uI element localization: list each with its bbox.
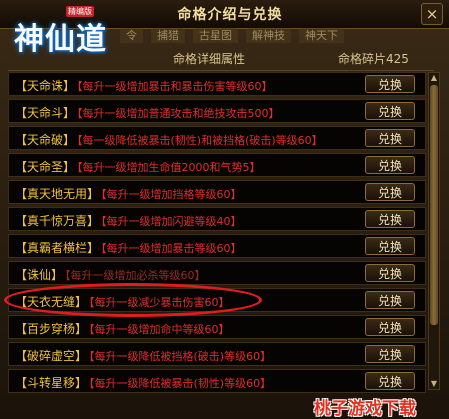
exchange-button[interactable]: 兑换 <box>365 264 415 282</box>
fate-text: 【破碎虚空】 【每升一级降低被挡格(破击)等级60】 <box>15 347 271 364</box>
list-item: 【百步穿杨】 【每升一级增加命中等级60】 兑换 <box>8 315 426 339</box>
exchange-button[interactable]: 兑换 <box>365 372 415 390</box>
fate-description: 【每升一级减少暴击伤害60】 <box>89 296 230 309</box>
fate-name: 【真霸者横栏】 <box>15 241 100 255</box>
fate-text: 【天命诛】 【每升一级增加暴击和暴击伤害等级60】 <box>15 77 273 94</box>
list-item: 【天命破】 【每一级降低被暴击(韧性)和被挡格(破击)等级60】 兑换 <box>8 126 426 150</box>
watermark: 桃子游戏下载 <box>314 399 416 419</box>
fragment-count: 425 <box>386 52 409 66</box>
fate-name: 【天命诛】 <box>15 79 76 93</box>
exchange-button[interactable]: 兑换 <box>365 318 415 336</box>
fragment-label: 命格碎片 <box>338 52 387 66</box>
fate-description: 【每升一级增加必杀等级60】 <box>65 269 206 282</box>
fate-name: 【真天地无用】 <box>15 187 100 201</box>
fate-description: 【每升一级增加普通攻击和绝技攻击500】 <box>77 107 280 120</box>
list-item: 【斗转星移】 【每升一级降低被暴击(韧性)等级60】 兑换 <box>8 369 426 393</box>
fate-description: 【每升一级降低被挡格(破击)等级60】 <box>89 350 272 363</box>
list-item: 【真天地无用】 【每升一级增加挡格等级60】 兑换 <box>8 180 426 204</box>
fate-text: 【天命斗】 【每升一级增加普通攻击和绝技攻击500】 <box>15 104 280 121</box>
fate-name: 【斗转星移】 <box>15 376 88 390</box>
fate-name: 【百步穿杨】 <box>15 322 88 336</box>
exchange-button[interactable]: 兑换 <box>365 237 415 255</box>
fate-text: 【真千惊万喜】 【每升一级增加闪避等级40】 <box>15 212 242 229</box>
list-item: 【天命诛】 【每升一级增加暴击和暴击伤害等级60】 兑换 <box>8 72 426 96</box>
list-item: 【真千惊万喜】 【每升一级增加闪避等级40】 兑换 <box>8 207 426 231</box>
fate-list: 【天命诛】 【每升一级增加暴击和暴击伤害等级60】 兑换 【天命斗】 【每升一级增加普通… <box>8 72 426 398</box>
fate-name: 【天命破】 <box>15 133 76 147</box>
scrollbar[interactable]: ▲ ▼ <box>428 72 440 390</box>
list-item: 【天命圣】 【每升一级增加生命值2000和气势5】 兑换 <box>8 153 426 177</box>
fate-name: 【天命圣】 <box>15 160 76 174</box>
fragment-counter: 命格碎片425 <box>338 50 409 67</box>
list-item: 【天命斗】 【每升一级增加普通攻击和绝技攻击500】 兑换 <box>8 99 426 123</box>
exchange-button[interactable]: 兑换 <box>365 183 415 201</box>
fate-text: 【真天地无用】 【每升一级增加挡格等级60】 <box>15 185 242 202</box>
scroll-up-icon[interactable]: ▲ <box>429 73 439 83</box>
fate-text: 【天衣无缝】 【每升一级减少暴击伤害60】 <box>15 293 230 310</box>
fate-name: 【破碎虚空】 <box>15 349 88 363</box>
fate-description: 【每升一级增加命中等级60】 <box>89 323 230 336</box>
fate-description: 【每升一级降低被暴击(韧性)等级60】 <box>89 377 272 390</box>
fate-name: 【诛仙】 <box>15 268 64 282</box>
tab-4[interactable]: 神天下 <box>299 28 344 43</box>
fate-text: 【天命破】 【每一级降低被暴击(韧性)和被挡格(破击)等级60】 <box>15 131 323 148</box>
exchange-button[interactable]: 兑换 <box>365 129 415 147</box>
list-item: 【诛仙】 【每升一级增加必杀等级60】 兑换 <box>8 261 426 285</box>
tab-3[interactable]: 解神技 <box>246 28 291 43</box>
tab-1[interactable]: 捕猎 <box>151 28 185 43</box>
fate-text: 【真霸者横栏】 【每升一级增加暴击等级60】 <box>15 239 242 256</box>
scroll-down-icon[interactable]: ▼ <box>429 379 439 389</box>
fate-description: 【每一级降低被暴击(韧性)和被挡格(破击)等级60】 <box>77 134 323 147</box>
exchange-button[interactable]: 兑换 <box>365 345 415 363</box>
tab-strip: 令 捕猎 古星图 解神技 神天下 <box>120 28 445 43</box>
fate-description: 【每升一级增加挡格等级60】 <box>101 188 242 201</box>
fate-name: 【天衣无缝】 <box>15 295 88 309</box>
list-item: 【天衣无缝】 【每升一级减少暴击伤害60】 兑换 <box>8 288 426 312</box>
fate-name: 【天命斗】 <box>15 106 76 120</box>
fate-name: 【真千惊万喜】 <box>15 214 100 228</box>
exchange-button[interactable]: 兑换 <box>365 156 415 174</box>
exchange-button[interactable]: 兑换 <box>365 75 415 93</box>
exchange-button[interactable]: 兑换 <box>365 210 415 228</box>
fate-text: 【百步穿杨】 【每升一级增加命中等级60】 <box>15 320 230 337</box>
fate-text: 【诛仙】 【每升一级增加必杀等级60】 <box>15 266 206 283</box>
scroll-thumb[interactable] <box>430 85 438 325</box>
list-item: 【破碎虚空】 【每升一级降低被挡格(破击)等级60】 兑换 <box>8 342 426 366</box>
list-header: 命格详细属性 命格碎片425 <box>8 44 434 71</box>
fate-description: 【每升一级增加生命值2000和气势5】 <box>77 161 261 174</box>
logo-badge: 精编版 <box>66 6 94 17</box>
fate-text: 【斗转星移】 【每升一级降低被暴击(韧性)等级60】 <box>15 374 271 391</box>
close-button[interactable]: × <box>421 3 443 25</box>
exchange-button[interactable]: 兑换 <box>365 291 415 309</box>
fate-description: 【每升一级增加暴击等级60】 <box>101 242 242 255</box>
fate-description: 【每升一级增加暴击和暴击伤害等级60】 <box>77 80 273 93</box>
list-item: 【真霸者横栏】 【每升一级增加暴击等级60】 兑换 <box>8 234 426 258</box>
window-title: 命格介绍与兑换 <box>177 7 283 23</box>
tab-2[interactable]: 古星图 <box>193 28 238 43</box>
fate-description: 【每升一级增加闪避等级40】 <box>101 215 242 228</box>
exchange-button[interactable]: 兑换 <box>365 102 415 120</box>
fate-text: 【天命圣】 【每升一级增加生命值2000和气势5】 <box>15 158 261 175</box>
window-frame: 命格介绍与兑换 × 令 捕猎 古星图 解神技 神天下 神仙道 精编版 命格详细属… <box>0 0 449 419</box>
detail-label: 命格详细属性 <box>173 52 246 66</box>
